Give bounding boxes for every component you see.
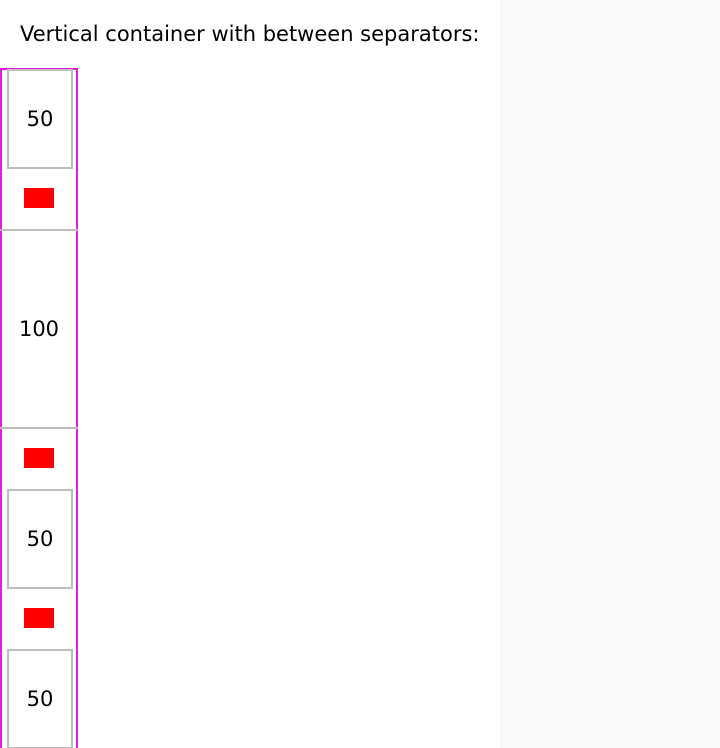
separator: [24, 188, 54, 208]
item-100: 100: [0, 229, 78, 429]
item-50-third: 50: [7, 649, 73, 748]
page: Vertical container with between separato…: [0, 0, 720, 748]
item-50-second: 50: [7, 489, 73, 589]
separator: [24, 448, 54, 468]
item-50-first: 50: [7, 69, 73, 169]
separator: [24, 608, 54, 628]
vertical-container: 50 100 50 50: [0, 68, 78, 748]
right-panel: [500, 0, 720, 748]
page-title: Vertical container with between separato…: [20, 22, 480, 46]
